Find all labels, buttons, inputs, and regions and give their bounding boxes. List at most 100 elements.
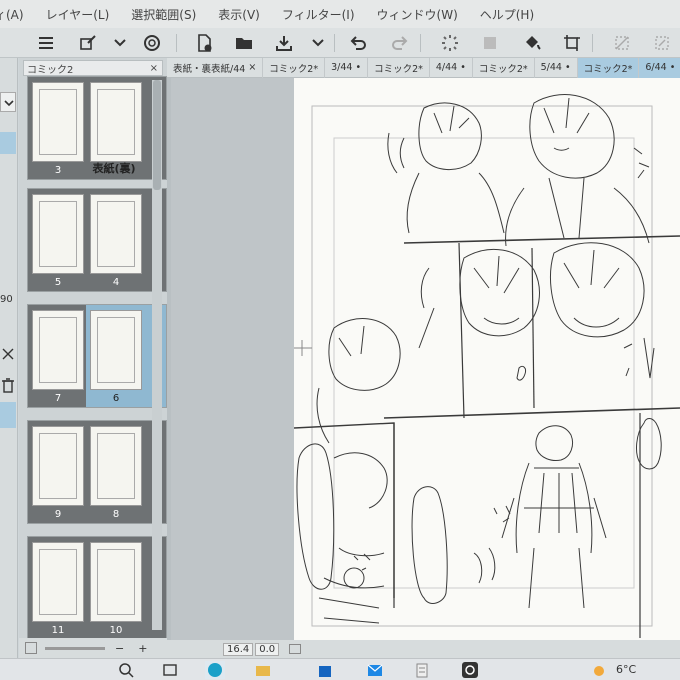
tool-dropdown[interactable] [0,92,16,112]
clip-studio-icon[interactable] [460,661,480,679]
document-tab-bar: 表紙・裏表紙/44 × コミック2* 3/44 • コミック2* 4/44 • … [167,57,680,78]
loading-icon[interactable] [438,31,462,55]
close-icon[interactable] [0,346,16,362]
undo-icon[interactable] [346,31,370,55]
page-number: 11 [51,625,65,636]
page-number: 4 [112,277,120,288]
page-view-toggle[interactable] [25,642,37,654]
tab-label: 4/44 [435,62,458,73]
fit-icon[interactable] [289,644,302,654]
spiral-icon[interactable] [140,31,164,55]
page-number: 10 [109,625,123,636]
weather-temperature: 6°C [616,663,637,676]
save-icon[interactable] [272,31,296,55]
page-thumbnail-7[interactable] [32,310,84,390]
page-number: 7 [54,393,62,404]
vertical-ruler [167,78,171,640]
page-thumbnail-4[interactable] [90,194,142,274]
page-thumbnail-6[interactable] [90,310,142,390]
page-thumbnail-5[interactable] [32,194,84,274]
menu-icon[interactable] [34,31,58,55]
mail-icon[interactable] [365,661,385,679]
tab-comic-4[interactable]: コミック2* [368,57,430,78]
zoom-in-button[interactable]: + [138,642,147,655]
close-icon[interactable]: × [248,62,256,73]
page-thumbnail-3[interactable] [32,82,84,162]
transform-icon[interactable] [478,31,502,55]
layer-selected-swatch[interactable] [0,402,16,428]
tool-selected-swatch[interactable] [0,132,16,154]
left-tool-strip: 90 [0,58,18,658]
trash-icon[interactable] [0,376,16,394]
menu-view[interactable]: 表示(V) [207,6,271,23]
calculator-icon[interactable] [412,661,432,679]
pen-tool-icon[interactable] [76,31,100,55]
tab-page-5[interactable]: 5/44 • [535,57,578,78]
tab-label: 3/44 [331,62,353,73]
edge-icon[interactable] [205,661,225,679]
page-manager-scrollbar[interactable] [152,80,162,630]
tab-comic-5[interactable]: コミック2* [473,57,535,78]
page-number: 表紙(裏) [92,162,136,175]
page-spread-7[interactable]: 7 6 [27,304,167,408]
page-manager-tab-label: コミック2 [27,64,74,76]
tab-label: コミック2* [269,63,319,75]
scrollbar-thumb[interactable] [153,80,161,190]
page-spread-9[interactable]: 9 8 [27,420,167,524]
zoom-value[interactable]: 16.4 [223,642,254,656]
taskbar: 6°C [0,658,680,680]
chevron-down-icon[interactable] [108,31,132,55]
weather-icon[interactable] [590,661,610,679]
fill-icon[interactable] [520,31,544,55]
tab-page-3[interactable]: 3/44 • [325,57,369,78]
page-spread-11[interactable]: 11 10 [27,536,167,640]
new-file-icon[interactable] [192,31,216,55]
status-bar: 16.4 0.0 [167,640,680,658]
page-thumbnail-10[interactable] [90,542,142,622]
menu-window[interactable]: ウィンドウ(W) [366,6,469,23]
command-bar [0,28,680,58]
store-icon[interactable] [315,661,335,679]
page-manager-tab[interactable]: コミック2 × [23,60,163,76]
menu-help[interactable]: ヘルプ(H) [469,6,545,23]
page-thumbnail-8[interactable] [90,426,142,506]
clear-selection-icon[interactable] [610,31,634,55]
menu-selection[interactable]: 選択範囲(S) [120,6,207,23]
menu-layer[interactable]: レイヤー(L) [35,6,121,23]
menu-bar: ィ(A) レイヤー(L) 選択範囲(S) 表示(V) フィルター(I) ウィンド… [0,0,680,28]
page-thumbnail-9[interactable] [32,426,84,506]
rotation-value[interactable]: 0.0 [255,642,280,656]
open-folder-icon[interactable] [232,31,256,55]
tab-label: コミック2* [374,63,423,75]
close-icon[interactable]: × [150,63,158,74]
page-thumbnail-back-cover[interactable] [90,82,142,162]
tab-page-6-active[interactable]: 6/44 • [639,57,680,78]
page-spread-5[interactable]: 5 4 [27,188,167,292]
zoom-slider[interactable] [45,646,105,650]
page-number: 5 [54,277,62,288]
crop-icon[interactable] [560,31,584,55]
search-icon[interactable] [116,661,136,679]
zoom-out-button[interactable]: − [115,642,124,655]
menu-animation[interactable]: ィ(A) [0,6,35,23]
page-number: 8 [112,509,120,520]
tab-page-4[interactable]: 4/44 • [430,57,473,78]
task-view-icon[interactable] [160,661,180,679]
save-chevron-icon[interactable] [306,31,330,55]
tab-label: 5/44 [540,62,562,73]
page-manager-panel: コミック2 × 3 表紙(裏) 5 4 7 6 9 8 11 10 [19,58,167,658]
tool-value: 90 [0,294,13,305]
page-spread-3[interactable]: 3 表紙(裏) [27,76,167,180]
tab-cover[interactable]: 表紙・裏表紙/44 × [167,57,264,78]
tab-comic-3[interactable]: コミック2* [263,57,326,78]
tab-comic-6-active[interactable]: コミック2* [577,57,640,78]
tab-label: 6/44 [645,62,667,73]
page-number: 3 [54,165,62,176]
page-thumbnail-11[interactable] [32,542,84,622]
explorer-icon[interactable] [253,661,273,679]
invert-selection-icon[interactable] [650,31,674,55]
page-manager-footer: − + [19,638,169,658]
menu-filter[interactable]: フィルター(I) [271,6,366,23]
redo-icon[interactable] [388,31,412,55]
manga-sketch-drawing [294,94,680,638]
